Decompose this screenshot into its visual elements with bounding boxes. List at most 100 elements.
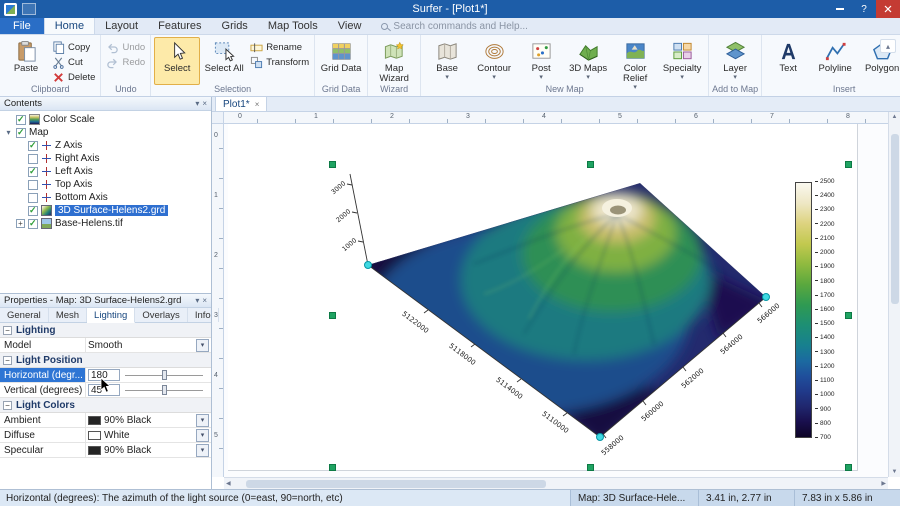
add-layer-button[interactable]: Layer ▾ (712, 37, 758, 85)
tab-overlays[interactable]: Overlays (135, 308, 187, 322)
tab-features[interactable]: Features (148, 18, 211, 34)
tab-home[interactable]: Home (44, 18, 95, 34)
undo-button[interactable]: Undo (104, 40, 147, 54)
tree-checkbox[interactable] (28, 167, 38, 177)
new-specialty-map-button[interactable]: Specialty ▾ (659, 37, 705, 85)
scroll-down-icon[interactable]: ▼ (892, 469, 898, 475)
tree-checkbox[interactable] (28, 193, 38, 203)
collapse-icon[interactable]: − (3, 326, 12, 335)
horizontal-degrees-slider[interactable] (123, 369, 205, 381)
tab-grids[interactable]: Grids (212, 18, 258, 34)
selection-handle-ne[interactable] (845, 161, 852, 168)
insert-text-button[interactable]: Text (765, 37, 811, 85)
document-tab-plot1[interactable]: Plot1* × (215, 96, 267, 111)
tree-checkbox[interactable] (28, 141, 38, 151)
selection-handle-e[interactable] (845, 312, 852, 319)
tree-row-left-axis[interactable]: Left Axis (0, 165, 211, 178)
vertical-degrees-slider[interactable] (123, 384, 205, 396)
minimize-button[interactable] (828, 0, 852, 18)
tree-row-right-axis[interactable]: Right Axis (0, 152, 211, 165)
select-button[interactable]: Select (154, 37, 200, 85)
cut-button[interactable]: Cut (50, 55, 97, 69)
map-corner-handle-bottom[interactable] (596, 433, 604, 441)
tab-layout[interactable]: Layout (95, 18, 148, 34)
section-lighting[interactable]: − Lighting (0, 323, 211, 338)
panel-close-icon[interactable]: × (202, 296, 207, 305)
tree-row-bottom-axis[interactable]: Bottom Axis (0, 191, 211, 204)
property-row-specular[interactable]: Specular 90% Black ▾ (0, 443, 211, 458)
tab-map-tools[interactable]: Map Tools (258, 18, 328, 34)
color-scale-bar[interactable] (795, 182, 812, 438)
new-base-map-button[interactable]: Base ▾ (424, 37, 470, 85)
tab-general[interactable]: General (0, 308, 49, 322)
vertical-scrollbar[interactable]: ▲ ▼ (888, 112, 900, 477)
section-light-colors[interactable]: − Light Colors (0, 398, 211, 413)
dropdown-button[interactable]: ▾ (196, 429, 209, 442)
copy-button[interactable]: Copy (50, 40, 97, 54)
panel-menu-icon[interactable]: ▾ (195, 296, 199, 305)
scrollbar-thumb[interactable] (891, 134, 899, 304)
property-row-horizontal[interactable]: Horizontal (degr... 180 (0, 368, 211, 383)
horizontal-scrollbar[interactable]: ◀ ▶ (224, 477, 888, 489)
dropdown-button[interactable]: ▾ (196, 444, 209, 457)
rename-button[interactable]: Rename (248, 40, 311, 54)
tree-row-z-axis[interactable]: Z Axis (0, 139, 211, 152)
tree-row-3d-surface[interactable]: 3D Surface-Helens2.grd (0, 204, 211, 217)
scrollbar-thumb[interactable] (246, 480, 546, 488)
delete-button[interactable]: Delete (50, 70, 97, 84)
map-corner-handle-left[interactable] (364, 261, 372, 269)
section-light-position[interactable]: − Light Position (0, 353, 211, 368)
slider-thumb[interactable] (162, 370, 167, 380)
redo-button[interactable]: Redo (104, 55, 147, 69)
tree-checkbox[interactable] (16, 115, 26, 125)
tree-checkbox[interactable] (28, 154, 38, 164)
scroll-up-icon[interactable]: ▲ (892, 114, 898, 120)
ruler-h[interactable]: 012345678 (224, 112, 888, 124)
ruler-v[interactable]: 012345 (212, 124, 224, 477)
tree-collapse-icon[interactable]: ▾ (4, 128, 13, 137)
selection-handle-se[interactable] (845, 464, 852, 471)
scroll-right-icon[interactable]: ▶ (881, 480, 886, 487)
tree-checkbox[interactable] (28, 180, 38, 190)
tree-row-top-axis[interactable]: Top Axis (0, 178, 211, 191)
select-all-button[interactable]: Select All (201, 37, 247, 85)
panel-close-icon[interactable]: × (202, 99, 207, 108)
collapse-icon[interactable]: − (3, 401, 12, 410)
selection-handle-n[interactable] (587, 161, 594, 168)
tab-view[interactable]: View (328, 18, 372, 34)
search-input[interactable]: Search commands and Help... (381, 18, 528, 34)
property-row-vertical[interactable]: Vertical (degrees) 45 (0, 383, 211, 398)
tab-close-icon[interactable]: × (255, 100, 260, 109)
new-contour-map-button[interactable]: Contour ▾ (471, 37, 517, 85)
property-row-diffuse[interactable]: Diffuse White ▾ (0, 428, 211, 443)
selection-handle-sw[interactable] (329, 464, 336, 471)
new-color-relief-map-button[interactable]: Color Relief ▾ (612, 37, 658, 85)
selection-handle-s[interactable] (587, 464, 594, 471)
tree-checkbox[interactable] (28, 206, 38, 216)
paste-button[interactable]: Paste (3, 37, 49, 85)
collapse-icon[interactable]: − (3, 356, 12, 365)
plot-canvas[interactable]: 5122000 5118000 5114000 5110000 558000 5… (224, 124, 888, 477)
new-post-map-button[interactable]: Post ▾ (518, 37, 564, 85)
tree-row-map[interactable]: ▾ Map (0, 126, 211, 139)
tree-row-color-scale[interactable]: Color Scale (0, 113, 211, 126)
scroll-left-icon[interactable]: ◀ (226, 480, 231, 487)
tree-checkbox[interactable] (28, 219, 38, 229)
map-wizard-button[interactable]: Map Wizard (371, 37, 417, 85)
quick-access-toolbar[interactable] (22, 3, 36, 15)
tab-lighting[interactable]: Lighting (87, 308, 135, 323)
dropdown-button[interactable]: ▾ (196, 339, 209, 352)
help-button[interactable]: ? (852, 0, 876, 18)
property-row-model[interactable]: Model Smooth ▾ (0, 338, 211, 353)
transform-button[interactable]: Transform (248, 55, 311, 69)
property-row-ambient[interactable]: Ambient 90% Black ▾ (0, 413, 211, 428)
map-corner-handle-right[interactable] (762, 293, 770, 301)
horizontal-degrees-input[interactable]: 180 (88, 369, 120, 381)
tree-checkbox[interactable] (16, 128, 26, 138)
panel-menu-icon[interactable]: ▾ (195, 99, 199, 108)
selection-handle-nw[interactable] (329, 161, 336, 168)
insert-polyline-button[interactable]: Polyline (812, 37, 858, 85)
tree-row-base-layer[interactable]: + Base-Helens.tif (0, 217, 211, 230)
selection-handle-w[interactable] (329, 312, 336, 319)
new-3d-map-button[interactable]: 3D Maps ▾ (565, 37, 611, 85)
